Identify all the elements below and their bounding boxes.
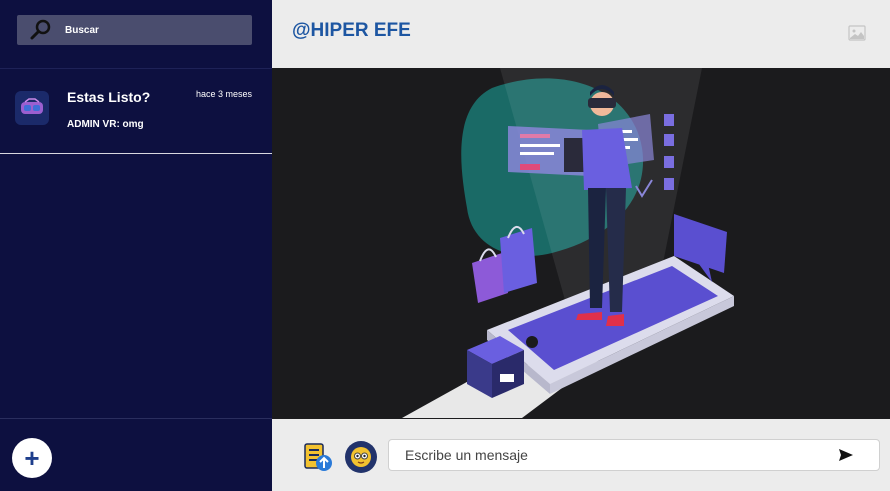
chat-list-item[interactable]: Estas Listo? hace 3 meses ADMIN VR: omg xyxy=(0,69,272,153)
sidebar: Buscar Estas Listo? hace 3 meses ADMIN V… xyxy=(0,0,272,491)
chat-header: @HIPER EFE xyxy=(272,0,890,68)
emoji-icon xyxy=(351,447,371,467)
chat-background-illustration xyxy=(272,68,890,418)
add-icon: + xyxy=(24,443,40,473)
divider xyxy=(0,418,272,419)
message-input[interactable] xyxy=(388,439,880,471)
channel-title: @HIPER EFE xyxy=(292,20,411,41)
add-chat-button[interactable]: + xyxy=(12,438,52,478)
send-icon[interactable] xyxy=(838,447,854,463)
chat-title: Estas Listo? xyxy=(67,89,151,105)
chat-timestamp: hace 3 meses xyxy=(195,89,252,99)
attach-icon[interactable] xyxy=(303,441,335,473)
emoji-button[interactable] xyxy=(345,441,377,473)
chat-preview: ADMIN VR: omg xyxy=(67,119,144,130)
vr-headset-icon xyxy=(21,98,43,114)
message-composer xyxy=(272,419,890,491)
chat-avatar xyxy=(15,91,49,125)
divider xyxy=(0,153,272,154)
search-icon xyxy=(30,19,51,40)
image-icon[interactable] xyxy=(848,24,866,42)
vr-shopping-illustration xyxy=(402,68,734,418)
search-bar[interactable]: Buscar xyxy=(17,15,252,45)
search-label: Buscar xyxy=(65,24,99,36)
